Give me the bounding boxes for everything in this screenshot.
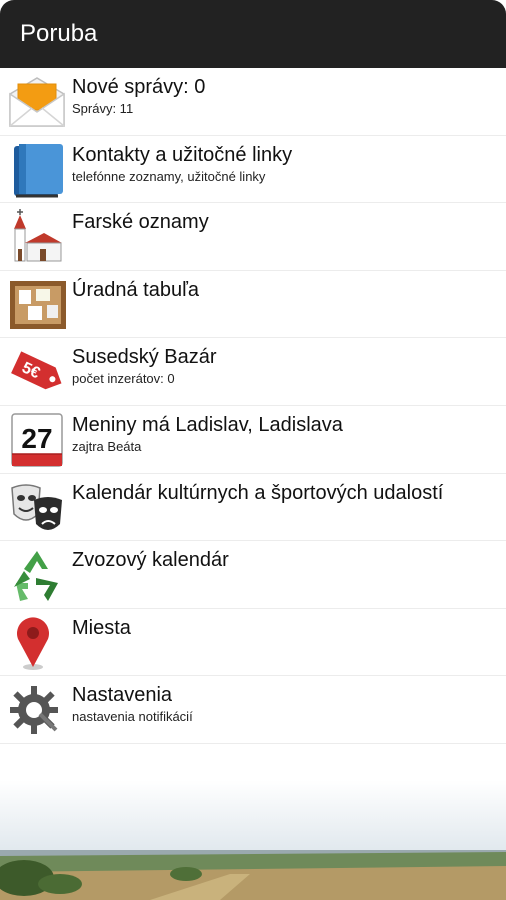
menu-item-label: Zvozový kalendár — [72, 549, 229, 572]
menu-item-label: Farské oznamy — [72, 211, 209, 234]
menu-item-label: Miesta — [72, 616, 131, 639]
menu-item-neighborhood-bazaar[interactable]: 5€ Susedský Bazár počet inzerátov: 0 — [0, 338, 506, 406]
menu-item-sublabel: zajtra Beáta — [72, 438, 142, 454]
map-pin-icon — [6, 613, 68, 673]
app-title: Poruba — [20, 20, 98, 47]
menu-item-label: Nové správy: 0 — [72, 76, 206, 98]
menu-item-sublabel: nastavenia notifikácií — [72, 709, 193, 725]
menu-item-official-board[interactable]: Úradná tabuľa — [0, 271, 506, 339]
recycle-icon — [6, 545, 68, 605]
menu-item-parish-notices[interactable]: Farské oznamy — [0, 203, 506, 271]
menu-item-settings[interactable]: Nastavenia nastavenia notifikácií — [0, 676, 506, 744]
address-book-icon — [6, 140, 68, 200]
notice-board-icon — [6, 275, 68, 335]
settings-gear-icon — [6, 680, 68, 740]
menu-item-sublabel: telefónne zoznamy, užitočné linky — [72, 168, 266, 184]
menu-item-places[interactable]: Miesta — [0, 609, 506, 677]
menu-item-waste-calendar[interactable]: Zvozový kalendár — [0, 541, 506, 609]
calendar-day: 27 — [21, 423, 52, 454]
price-tag-icon: 5€ — [6, 342, 68, 402]
menu-item-name-days[interactable]: 27 Meniny má Ladislav, Ladislava zajtra … — [0, 406, 506, 474]
menu-item-sublabel: Správy: 11 — [72, 101, 134, 116]
app-bar: Poruba — [0, 0, 506, 68]
mail-envelope-icon — [6, 72, 68, 132]
menu-item-label: Kontakty a užitočné linky — [72, 143, 293, 166]
menu-item-contacts[interactable]: Kontakty a užitočné linky telefónne zozn… — [0, 136, 506, 204]
menu-item-events-calendar[interactable]: Kalendár kultúrnych a športových udalost… — [0, 474, 506, 542]
calendar-icon: 27 — [6, 410, 68, 470]
menu-item-label: Meniny má Ladislav, Ladislava — [72, 413, 343, 436]
menu-item-label: Úradná tabuľa — [72, 278, 200, 301]
menu-item-messages[interactable]: Nové správy: 0 Správy: 11 — [0, 68, 506, 136]
church-icon — [6, 207, 68, 267]
menu-list: Nové správy: 0 Správy: 11 Kontakty a uži… — [0, 68, 506, 744]
menu-item-label: Nastavenia — [72, 684, 173, 707]
landscape-banner — [0, 780, 506, 900]
menu-item-sublabel: počet inzerátov: 0 — [72, 371, 175, 387]
menu-item-label: Susedský Bazár — [72, 346, 217, 369]
theater-masks-icon — [6, 478, 68, 538]
menu-item-label: Kalendár kultúrnych a športových udalost… — [72, 481, 444, 504]
